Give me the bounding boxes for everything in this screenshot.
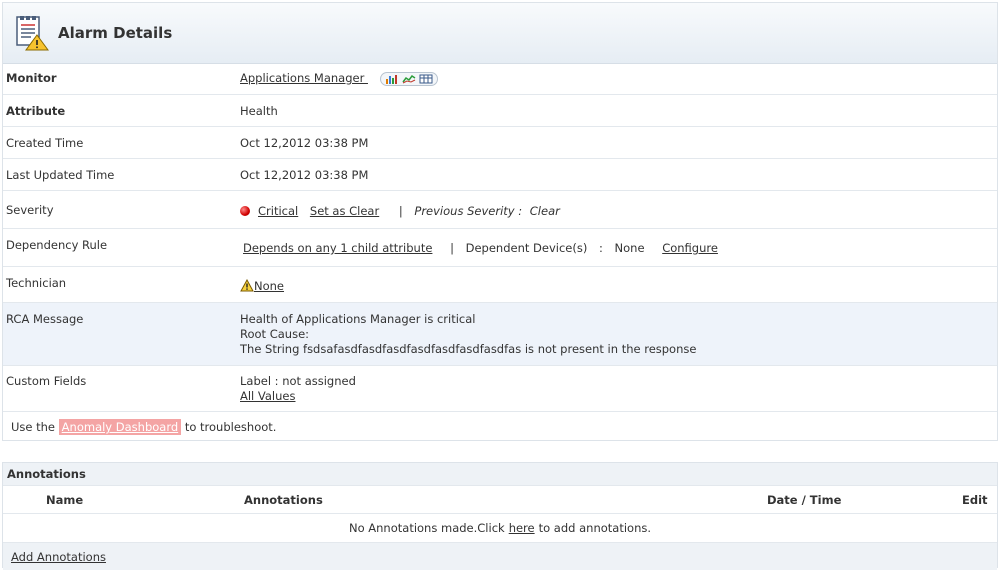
troubleshoot-prefix: Use the — [11, 420, 56, 434]
custom-fields-text: Label : not assigned — [240, 374, 356, 388]
annotations-empty-message: No Annotations made.Click here to add an… — [3, 514, 997, 543]
column-edit: Edit — [962, 493, 988, 507]
severity-row: Severity Critical Set as Clear | Previou… — [3, 191, 997, 229]
column-annotations: Annotations — [244, 493, 323, 507]
created-time-label: Created Time — [6, 136, 84, 150]
annotations-title: Annotations — [3, 463, 997, 486]
page-title: Alarm Details — [58, 24, 173, 42]
attribute-value: Health — [240, 104, 278, 118]
annotations-panel: Annotations Name Annotations Date / Time… — [2, 462, 998, 570]
troubleshoot-row: Use the Anomaly Dashboard to troubleshoo… — [3, 412, 997, 442]
warning-icon — [240, 278, 254, 292]
severity-separator: | — [398, 204, 403, 218]
rca-line-3: The String fsdsafasdfasdfasdfasdfasdfasd… — [240, 342, 697, 356]
configure-link[interactable]: Configure — [662, 241, 718, 255]
dependent-devices-value: None — [614, 241, 645, 255]
rca-line-2: Root Cause: — [240, 327, 310, 341]
dependency-separator: | — [450, 241, 454, 255]
alarm-document-warning-icon — [16, 16, 49, 51]
last-updated-row: Last Updated Time Oct 12,2012 03:38 PM — [3, 159, 997, 191]
table-view-icon[interactable] — [419, 74, 433, 84]
severity-value: Critical Set as Clear | Previous Severit… — [240, 204, 560, 218]
monitor-row: Monitor Applications Manager — [3, 64, 997, 95]
rca-message-row: RCA Message Health of Applications Manag… — [3, 303, 997, 366]
severity-critical-link[interactable]: Critical — [258, 204, 298, 218]
add-annotations-link[interactable]: Add Annotations — [11, 550, 106, 564]
column-date-time: Date / Time — [767, 493, 842, 507]
custom-fields-label: Custom Fields — [6, 374, 87, 388]
technician-label: Technician — [6, 276, 67, 290]
last-updated-label: Last Updated Time — [6, 168, 115, 182]
rca-message-value: Health of Applications Manager is critic… — [240, 312, 696, 357]
column-name: Name — [46, 493, 84, 507]
last-updated-value: Oct 12,2012 03:38 PM — [240, 168, 369, 182]
technician-link[interactable]: None — [254, 279, 284, 293]
critical-status-icon — [240, 206, 250, 216]
attribute-label: Attribute — [6, 104, 66, 118]
monitor-value: Applications Manager — [240, 71, 438, 86]
previous-severity-label: Previous Severity : — [414, 204, 523, 218]
alarm-details-header: Alarm Details — [3, 3, 997, 64]
troubleshoot-suffix: to troubleshoot. — [184, 420, 277, 434]
empty-message-suffix: to add annotations. — [538, 521, 652, 535]
custom-fields-value: Label : not assigned All Values — [240, 374, 356, 404]
alarm-details-panel: Alarm Details Monitor Applications Manag… — [2, 2, 998, 441]
annotations-footer: Add Annotations — [3, 543, 997, 570]
dependency-rule-label: Dependency Rule — [6, 238, 108, 252]
dependency-rule-value: Depends on any 1 child attribute | Depen… — [243, 241, 718, 255]
custom-fields-row: Custom Fields Label : not assigned All V… — [3, 366, 997, 412]
rca-line-1: Health of Applications Manager is critic… — [240, 312, 476, 326]
rca-message-label: RCA Message — [6, 312, 84, 326]
dependent-devices-label: Dependent Device(s) — [465, 241, 588, 255]
monitor-actions[interactable] — [379, 72, 438, 86]
dependency-rule-link[interactable]: Depends on any 1 child attribute — [243, 241, 432, 255]
all-values-link[interactable]: All Values — [240, 389, 295, 403]
attribute-row: Attribute Health — [3, 95, 997, 127]
add-annotation-here-link[interactable]: here — [509, 521, 535, 535]
trend-graph-icon[interactable] — [402, 74, 416, 84]
dependency-rule-row: Dependency Rule Depends on any 1 child a… — [3, 229, 997, 267]
technician-row: Technician None — [3, 267, 997, 303]
monitor-link[interactable]: Applications Manager — [240, 71, 368, 85]
previous-severity-value: Clear — [529, 204, 560, 218]
technician-value: None — [240, 278, 284, 293]
troubleshoot-text: Use the Anomaly Dashboard to troubleshoo… — [11, 419, 277, 435]
empty-message-prefix: No Annotations made.Click — [348, 521, 505, 535]
monitor-label: Monitor — [6, 71, 57, 85]
created-time-value: Oct 12,2012 03:38 PM — [240, 136, 369, 150]
annotations-table-header: Name Annotations Date / Time Edit — [3, 486, 997, 514]
bar-chart-icon[interactable] — [385, 74, 399, 84]
set-as-clear-link[interactable]: Set as Clear — [310, 204, 379, 218]
severity-label: Severity — [6, 203, 54, 217]
created-time-row: Created Time Oct 12,2012 03:38 PM — [3, 127, 997, 159]
anomaly-dashboard-link[interactable]: Anomaly Dashboard — [58, 419, 182, 435]
dependent-devices-colon: : — [598, 241, 603, 255]
